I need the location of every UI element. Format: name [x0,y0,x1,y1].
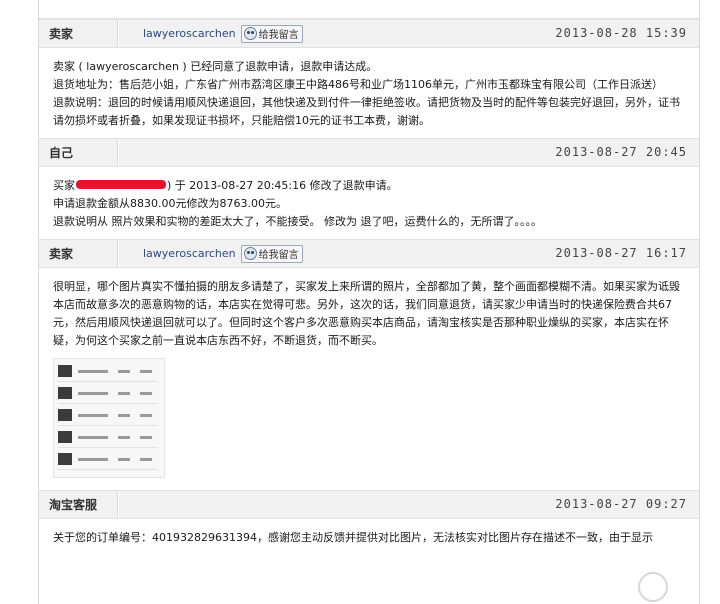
message-body: 很明显，哪个图片真实不懂拍摄的朋友多请楚了，买家发上来所谓的照片，全部都加了黄，… [39,268,699,490]
thumbnail-row [58,451,158,470]
thumbnail-row [58,363,158,382]
aliwangwang-icon [243,247,257,260]
message-line: 退款说明从 照片效果和实物的差距太大了，不能接受。 修改为 退了吧，运费什么的，… [53,215,542,228]
message-author: 淘宝客服 [49,498,98,512]
message-line: 退款说明：退回的时候请用顺风快递退回，其他快递及到付件一律拒绝签收。请把货物及当… [53,96,680,127]
message-line: 申请退款金额从8830.00元修改为8763.00元。 [53,197,287,210]
message-author: 卖家 [49,27,74,41]
seller-name-link[interactable]: lawyeroscarchen [143,247,236,260]
attached-screenshot-thumbnail[interactable] [53,358,165,478]
message-header-taobao-service: 淘宝客服 2013-08-27 09:27 [39,490,699,519]
aliwangwang-icon [243,27,257,40]
message-line: 关于您的订单编号：401932829631394，感谢您主动反馈并提供对比图片，… [53,531,653,544]
message-timestamp: 2013-08-27 16:17 [555,246,687,260]
message-author: 卖家 [49,247,74,261]
message-body: 卖家 ( lawyeroscarchen ) 已经同意了退款申请，退款申请达成。… [39,48,699,138]
message-line: 卖家 ( lawyeroscarchen ) 已经同意了退款申请，退款申请达成。 [53,60,378,73]
header-divider [117,139,119,166]
modify-notice: ) 于 2013-08-27 20:45:16 修改了退款申请。 [167,179,398,192]
message-line: 买家 ) 于 2013-08-27 20:45:16 修改了退款申请。 [53,177,685,195]
header-divider [117,491,119,518]
leave-message-button[interactable]: 给我留言 [240,24,303,43]
header-divider [117,20,119,47]
leave-message-button[interactable]: 给我留言 [240,244,303,263]
message-header-seller-1: 卖家 lawyeroscarchen 给我留言 2013-08-28 15:39 [39,19,699,48]
message-body: 关于您的订单编号：401932829631394，感谢您主动反馈并提供对比图片，… [39,519,699,555]
message-body: 买家 ) 于 2013-08-27 20:45:16 修改了退款申请。 申请退款金… [39,167,699,239]
message-header-self: 自己 2013-08-27 20:45 [39,138,699,167]
buyer-prefix: 买家 [53,179,75,192]
message-author: 自己 [49,146,74,160]
watermark-seal-icon [638,572,668,602]
thumbnail-row [58,429,158,448]
message-header-seller-2: 卖家 lawyeroscarchen 给我留言 2013-08-27 16:17 [39,239,699,268]
leave-message-label: 给我留言 [258,250,299,261]
thumbnail-row [58,385,158,404]
message-timestamp: 2013-08-27 09:27 [555,497,687,511]
redacted-username [76,179,166,189]
message-line: 很明显，哪个图片真实不懂拍摄的朋友多请楚了，买家发上来所谓的照片，全部都加了黄，… [53,280,680,347]
top-strip [39,0,699,19]
message-timestamp: 2013-08-28 15:39 [555,26,687,40]
leave-message-label: 给我留言 [258,30,299,41]
message-timestamp: 2013-08-27 20:45 [555,145,687,159]
header-divider [117,240,119,267]
refund-history-panel: 卖家 lawyeroscarchen 给我留言 2013-08-28 15:39… [38,0,700,604]
thumbnail-row [58,407,158,426]
message-line: 退货地址为：售后范小姐，广东省广州市荔湾区康王中路486号和业广场1106单元，… [53,78,663,91]
seller-name-link[interactable]: lawyeroscarchen [143,27,236,40]
